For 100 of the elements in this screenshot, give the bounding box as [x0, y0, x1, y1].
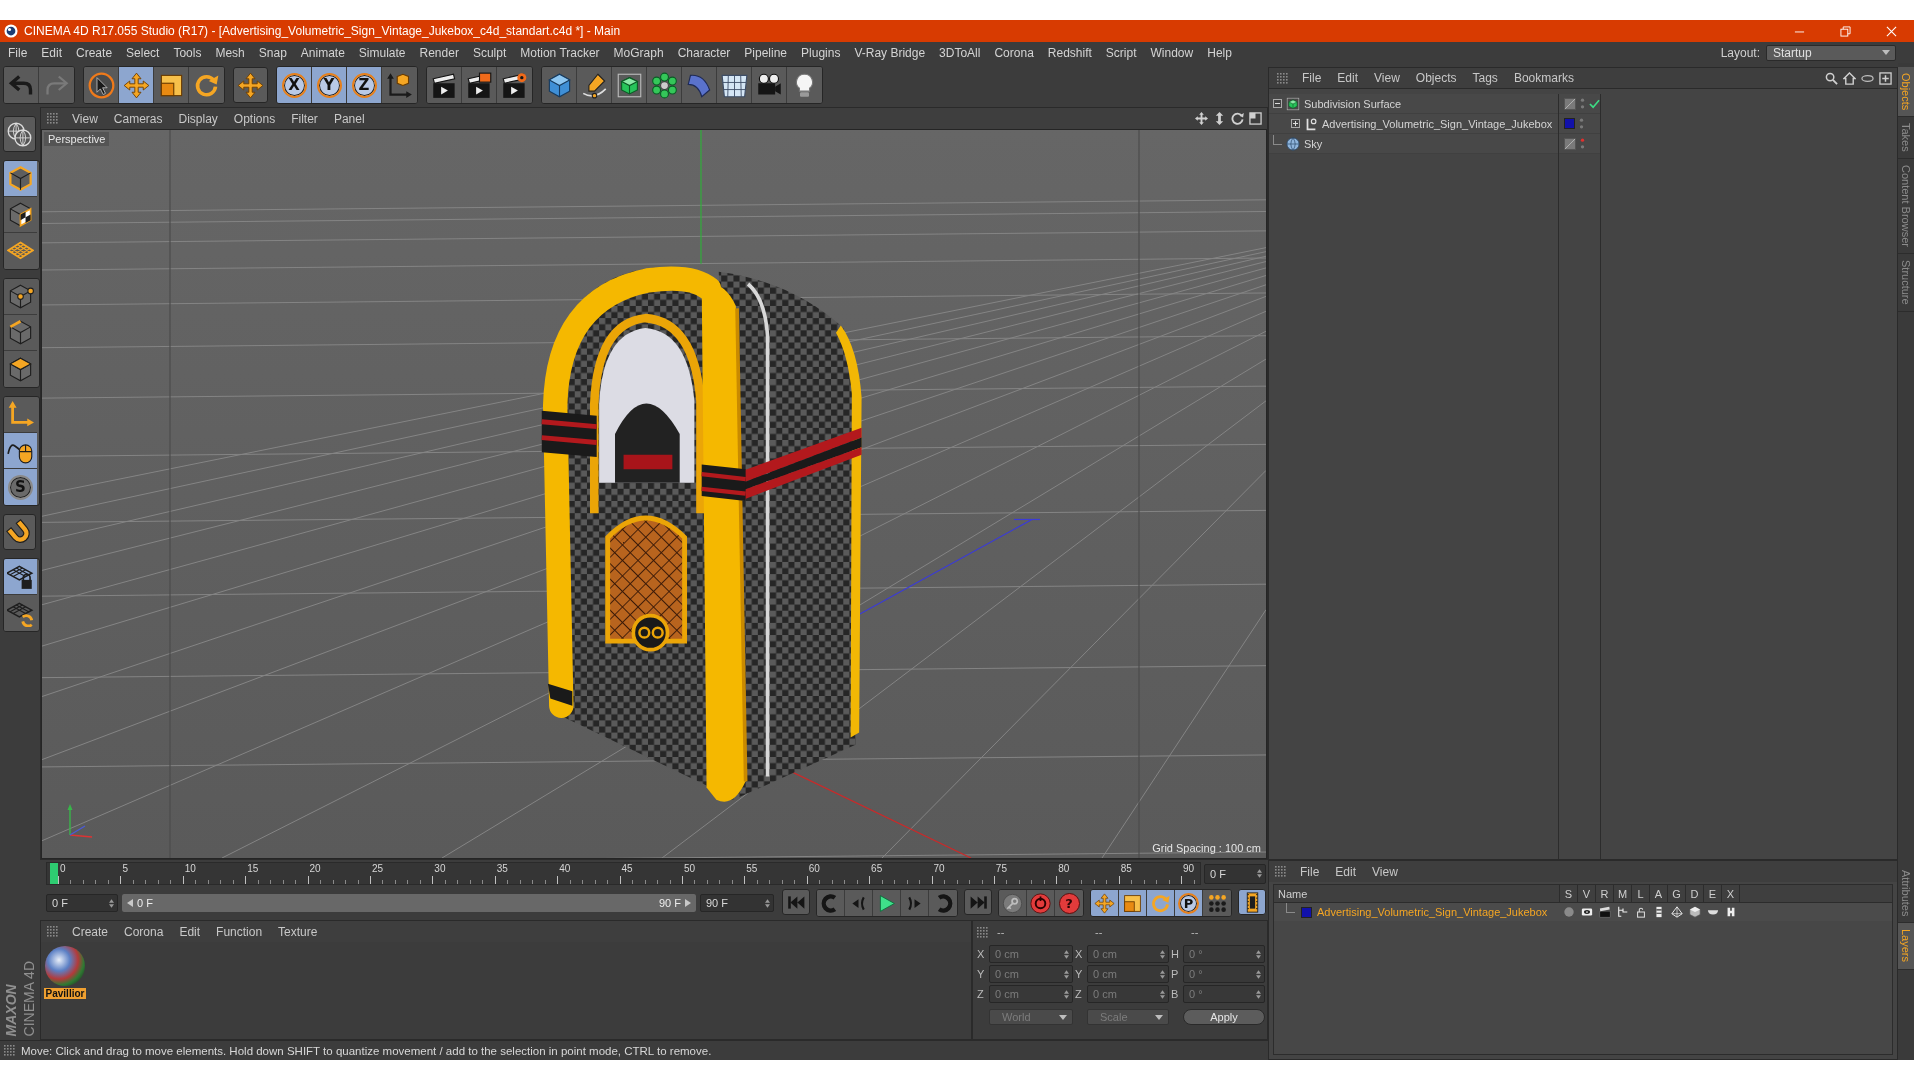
magnet-button[interactable] [3, 514, 36, 550]
tweak-mode-button[interactable] [4, 433, 37, 469]
striped-bar-icon[interactable] [1653, 906, 1665, 918]
material-preview[interactable] [45, 946, 85, 986]
axis-lock-button[interactable]: X [277, 67, 312, 103]
side-tab[interactable]: Layers [1898, 923, 1914, 970]
menu-item[interactable]: Corona [987, 45, 1041, 60]
slashed-square-icon[interactable] [1564, 97, 1576, 110]
layer-color-swatch-icon[interactable] [1564, 118, 1575, 129]
side-tab[interactable]: Objects [1898, 67, 1914, 118]
menu-item[interactable]: Function [208, 924, 271, 939]
menu-item[interactable]: Character [670, 45, 738, 60]
start-frame-field[interactable]: 0 F [46, 894, 118, 912]
key-parameter-button[interactable]: P [1175, 890, 1203, 916]
cube-icon[interactable] [1689, 906, 1701, 918]
expand-icon[interactable] [1291, 119, 1300, 128]
menu-item[interactable]: File [1292, 864, 1328, 879]
menu-item[interactable]: View [1364, 864, 1406, 879]
menu-item[interactable]: Create [69, 45, 120, 60]
previous-key-button[interactable] [817, 890, 845, 916]
zoom-arrows-icon[interactable] [1213, 112, 1226, 125]
menu-item[interactable]: Options [225, 111, 284, 126]
restore-icon[interactable] [1839, 25, 1851, 37]
menu-item[interactable]: Bookmarks [1505, 71, 1582, 85]
eye-icon[interactable] [1581, 906, 1593, 918]
key-scale-button[interactable] [1119, 890, 1147, 916]
menu-item[interactable]: Redshift [1040, 45, 1099, 60]
lock-workplane-button[interactable] [4, 559, 37, 595]
menu-item[interactable]: Edit [1327, 864, 1365, 879]
snap-button[interactable]: S [4, 469, 37, 505]
menu-item[interactable]: Pipeline [737, 45, 795, 60]
axis-lock-button[interactable]: Z [347, 67, 382, 103]
menu-item[interactable]: Sculpt [465, 45, 514, 60]
menu-item[interactable]: Select [119, 45, 167, 60]
current-frame-field[interactable]: 0 F [1204, 863, 1266, 884]
key-position-button[interactable] [1091, 890, 1119, 916]
viewport[interactable]: Perspective Grid Spacing : 100 cm [41, 129, 1267, 859]
check-icon[interactable] [1589, 98, 1600, 109]
menu-item[interactable]: Objects [1407, 71, 1465, 85]
menu-item[interactable]: Panel [325, 111, 373, 126]
grip-icon[interactable] [47, 926, 58, 937]
go-to-end-button[interactable] [964, 889, 992, 915]
undo-button[interactable] [4, 67, 39, 103]
home-icon[interactable] [1843, 71, 1856, 85]
two-dots-icon[interactable] [1580, 137, 1585, 150]
last-tool-button[interactable] [233, 67, 268, 103]
layer-color-swatch-icon[interactable] [1301, 906, 1312, 918]
rotate-view-icon[interactable] [1231, 112, 1244, 125]
menu-item[interactable]: Filter [283, 111, 326, 126]
menu-item[interactable]: Motion Tracker [513, 45, 607, 60]
menu-item[interactable]: MoGraph [606, 45, 671, 60]
timeline-button[interactable] [1238, 889, 1266, 915]
menu-item[interactable]: Help [1200, 45, 1239, 60]
menu-item[interactable]: Cameras [105, 111, 171, 126]
menu-item[interactable]: View [64, 111, 106, 126]
menu-item[interactable]: Corona [116, 924, 172, 939]
side-tab[interactable]: Takes [1898, 117, 1914, 160]
h-shape-icon[interactable] [1725, 906, 1737, 918]
clapperboard-icon[interactable] [1599, 906, 1611, 918]
menu-item[interactable]: Window [1143, 45, 1201, 60]
model-mode-button[interactable] [4, 161, 37, 197]
grip-icon[interactable] [1277, 72, 1288, 84]
menu-item[interactable]: Tags [1464, 71, 1506, 85]
object-name[interactable]: Sky [1304, 137, 1323, 150]
menu-item[interactable]: Snap [251, 45, 294, 60]
end-frame-field[interactable]: 90 F [700, 894, 774, 912]
menu-item[interactable]: Simulate [351, 45, 413, 60]
side-tab[interactable]: Structure [1898, 254, 1914, 312]
menu-item[interactable]: Tools [166, 45, 209, 60]
autokey-button[interactable] [1027, 890, 1055, 916]
grip-icon[interactable] [977, 926, 988, 938]
render-view-button[interactable] [427, 67, 462, 103]
dot-icon[interactable] [1563, 906, 1575, 918]
menu-item[interactable]: Animate [293, 45, 352, 60]
plus-box-icon[interactable] [1879, 71, 1892, 85]
menu-item[interactable]: View [1366, 71, 1408, 85]
two-dots-icon[interactable] [1579, 117, 1584, 130]
menu-item[interactable]: Mesh [208, 45, 252, 60]
menu-item[interactable]: Script [1098, 45, 1144, 60]
hierarchy-icon[interactable] [1617, 906, 1629, 918]
menu-item[interactable]: Edit [34, 45, 70, 60]
cube-button[interactable] [542, 67, 577, 103]
menu-item[interactable]: 3DToAll [932, 45, 988, 60]
make-editable-button[interactable] [3, 116, 36, 152]
menu-item[interactable]: Render [412, 45, 466, 60]
points-mode-button[interactable] [4, 279, 37, 315]
axis-lock-button[interactable]: Y [312, 67, 347, 103]
move-button[interactable] [119, 67, 154, 103]
timeline-ruler[interactable]: 0 5 10 15 20 25 30 35 40 45 50 55 60 65 70 75 80 85 90 [46, 862, 1201, 885]
menu-item[interactable]: File [1, 45, 35, 60]
menu-item[interactable]: Texture [270, 924, 326, 939]
search-icon[interactable] [1825, 71, 1838, 85]
maximize-icon[interactable] [1249, 112, 1262, 125]
key-rotation-button[interactable] [1147, 890, 1175, 916]
layout-dropdown[interactable]: Startup [1766, 44, 1896, 61]
grip-icon[interactable] [47, 113, 58, 124]
close-icon[interactable] [1885, 25, 1897, 37]
side-tab[interactable]: Content Browser [1898, 159, 1914, 254]
slashed-square-icon[interactable] [1564, 137, 1576, 150]
live-selection-button[interactable] [84, 67, 119, 103]
